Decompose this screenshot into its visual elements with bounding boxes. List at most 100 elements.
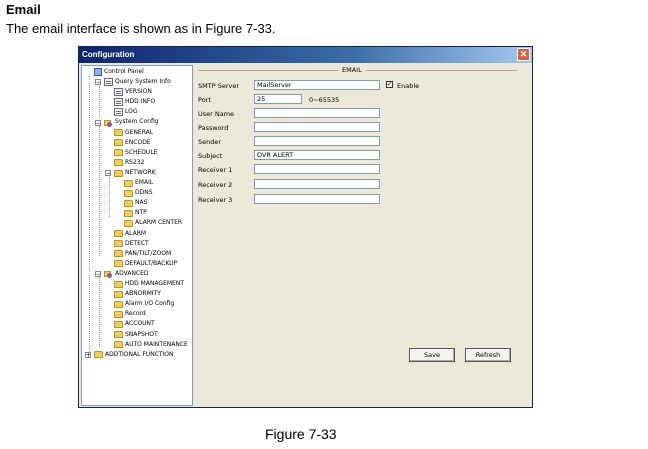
folder-icon <box>114 169 123 177</box>
folder-icon <box>124 220 133 227</box>
tree-item-label: NETWORK <box>125 168 156 176</box>
tree-item-label: Query System Info <box>115 78 171 86</box>
folder-icon <box>114 139 123 147</box>
tree-item-control-panel[interactable]: Control Panel <box>94 67 144 77</box>
user-name-input[interactable] <box>254 108 380 118</box>
tree-item-log[interactable]: LOG <box>114 107 138 117</box>
tree-item-email[interactable]: EMAIL <box>124 178 153 188</box>
configuration-window: Configuration ✕ Control Panel Query Syste… <box>78 46 533 408</box>
tree-item-label: GENERAL <box>125 128 154 136</box>
collapse-icon[interactable]: − <box>95 271 101 278</box>
tree-item-detect[interactable]: DETECT <box>114 239 149 249</box>
folder-icon <box>114 250 123 258</box>
tree-item-advanced[interactable]: ADVANCED <box>104 269 149 279</box>
save-button[interactable]: Save <box>409 348 455 362</box>
folder-icon <box>114 280 123 288</box>
gear-icon <box>104 270 113 278</box>
expand-icon[interactable]: + <box>85 351 91 358</box>
sender-label: Sender <box>198 138 222 146</box>
tree-item-version[interactable]: VERSION <box>114 87 152 97</box>
folder-icon <box>124 179 133 187</box>
folder-icon <box>114 149 123 157</box>
section-heading: Email <box>6 2 41 17</box>
tree-item-alarm[interactable]: ALARM <box>114 229 146 239</box>
tree-item-ntp[interactable]: NTP <box>124 208 147 218</box>
tree-item-default-backup[interactable]: DEFAULT/BACKUP <box>114 259 177 269</box>
receiver3-input[interactable] <box>254 194 380 204</box>
receiver2-label: Receiver 2 <box>198 181 233 189</box>
sender-input[interactable] <box>254 136 380 146</box>
tree-item-alarm-i-o-config[interactable]: Alarm I/O Config <box>114 299 174 309</box>
figure-caption: Figure 7-33 <box>265 426 337 442</box>
folder-icon <box>124 189 133 197</box>
folder-icon <box>114 129 123 137</box>
smtp-server-input[interactable]: MailServer <box>254 80 380 90</box>
enable-checkbox[interactable]: ✓ <box>386 81 393 88</box>
collapse-icon[interactable]: − <box>105 170 111 177</box>
receiver2-input[interactable] <box>254 179 380 189</box>
password-label: Password <box>198 124 229 132</box>
port-range-hint: 0~65535 <box>309 96 340 104</box>
tree-item-label: AUTO MAINTENANCE <box>125 340 188 348</box>
tree-item-alarm-center[interactable]: ALARM CENTER <box>124 219 182 229</box>
tree-connector <box>99 86 100 116</box>
tree-item-auto-maintenance[interactable]: AUTO MAINTENANCE <box>114 340 188 350</box>
intro-text: The email interface is shown as in Figur… <box>6 21 276 36</box>
tree-item-nas[interactable]: NAS <box>124 198 147 208</box>
tree-item-label: DETECT <box>125 239 149 247</box>
window-title: Configuration <box>79 47 532 63</box>
folder-icon <box>94 351 103 359</box>
collapse-icon[interactable]: − <box>95 119 101 126</box>
tree-item-label: EMAIL <box>135 179 154 187</box>
doc-icon <box>114 98 123 107</box>
tree-item-addtional-function[interactable]: ADDTIONAL FUNCTION <box>94 350 174 360</box>
tree-item-label: HDD MANAGEMENT <box>125 280 184 288</box>
doc-icon <box>104 78 113 87</box>
receiver3-label: Receiver 3 <box>198 196 233 204</box>
tree-item-label: LOG <box>125 108 138 116</box>
tree-item-ddns[interactable]: DDNS <box>124 188 153 198</box>
tree-item-label: System Config <box>115 118 159 126</box>
smtp-server-label: SMTP Server <box>198 82 240 90</box>
tree-item-label: DDNS <box>135 189 153 197</box>
receiver1-label: Receiver 1 <box>198 166 233 174</box>
collapse-icon[interactable]: − <box>95 79 101 86</box>
folder-icon <box>114 331 123 339</box>
enable-label: Enable <box>397 82 420 90</box>
group-title: EMAIL <box>338 66 366 74</box>
tree-item-system-config[interactable]: System Config <box>104 118 159 128</box>
close-icon[interactable]: ✕ <box>517 48 530 61</box>
tree-item-account[interactable]: ACCOUNT <box>114 320 155 330</box>
tree-connector <box>99 126 100 256</box>
refresh-button[interactable]: Refresh <box>465 348 511 362</box>
tree-item-encode[interactable]: ENCODE <box>114 138 151 148</box>
tree-item-network[interactable]: NETWORK <box>114 168 156 178</box>
tree-item-hdd-info[interactable]: HDD INFO <box>114 97 155 107</box>
folder-icon <box>124 199 133 207</box>
folder-icon <box>124 209 133 217</box>
doc-icon <box>114 108 123 117</box>
tree-item-abnormity[interactable]: ABNORMITY <box>114 289 161 299</box>
tree-item-label: RS232 <box>125 158 145 166</box>
port-input[interactable]: 25 <box>254 94 302 104</box>
tree-item-snapshot[interactable]: SNAPSHOT <box>114 330 158 340</box>
tree-item-record[interactable]: Record <box>114 309 146 319</box>
subject-input[interactable]: DVR ALERT <box>254 150 380 160</box>
tree-item-label: ENCODE <box>125 138 151 146</box>
tree-item-rs232[interactable]: RS232 <box>114 158 144 168</box>
tree-item-label: ABNORMITY <box>125 290 161 298</box>
folder-icon <box>114 260 123 268</box>
gear-icon <box>104 119 113 127</box>
tree-item-hdd-management[interactable]: HDD MANAGEMENT <box>114 279 184 289</box>
tree-item-query-system-info[interactable]: Query System Info <box>104 77 171 87</box>
tree-item-label: Alarm I/O Config <box>125 300 175 308</box>
tree-item-pan-tilt-zoom[interactable]: PAN/TILT/ZOOM <box>114 249 171 259</box>
tree-item-label: VERSION <box>125 88 152 96</box>
tree-item-schedule[interactable]: SCHEDULE <box>114 148 157 158</box>
password-input[interactable] <box>254 122 380 132</box>
tree-item-label: ADVANCED <box>115 269 149 277</box>
tree-item-general[interactable]: GENERAL <box>114 128 153 138</box>
folder-icon <box>114 341 123 349</box>
folder-icon <box>114 230 123 238</box>
receiver1-input[interactable] <box>254 164 380 174</box>
